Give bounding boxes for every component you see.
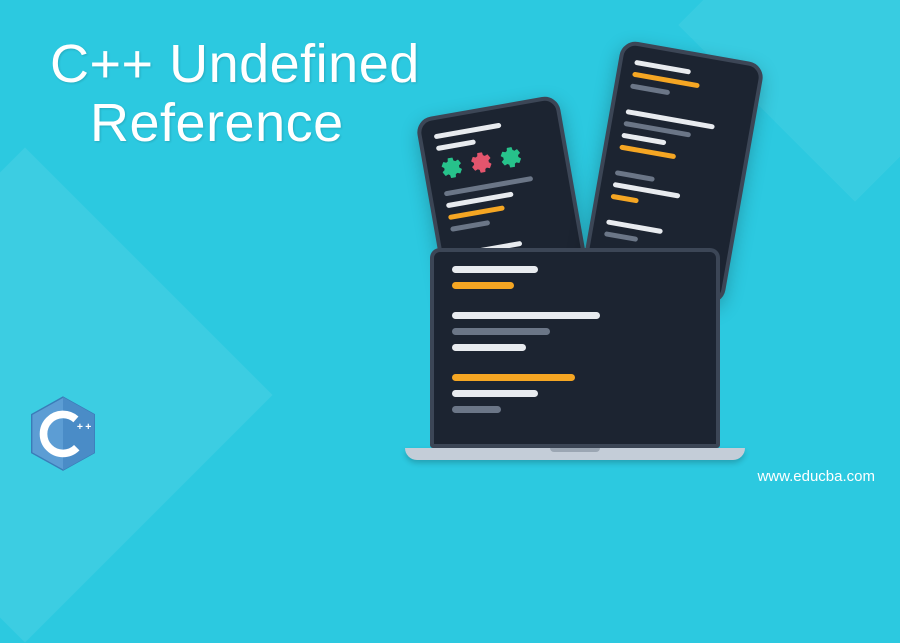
code-line (611, 194, 640, 204)
code-line (448, 205, 505, 220)
code-line (452, 266, 538, 273)
code-line (434, 123, 502, 140)
code-line (450, 220, 490, 232)
code-line (452, 312, 600, 319)
code-line (619, 144, 676, 159)
main-title: C++ Undefined Reference (50, 35, 420, 154)
code-line (634, 60, 691, 75)
website-url: www.educba.com (757, 468, 875, 485)
code-line (452, 390, 538, 397)
code-line (452, 406, 501, 413)
code-line (452, 344, 526, 351)
code-line (621, 133, 666, 146)
laptop-screen (430, 248, 720, 448)
laptop-base (405, 448, 745, 460)
code-line (604, 231, 638, 242)
code-line (452, 374, 575, 381)
gear-icon (438, 154, 466, 182)
gear-icon (467, 149, 495, 177)
title-line-2: Reference (90, 94, 420, 153)
svg-text:+: + (85, 422, 91, 433)
code-line (452, 328, 550, 335)
title-line-1: C++ Undefined (50, 35, 420, 94)
laptop-device (430, 248, 745, 460)
svg-text:+: + (77, 422, 83, 433)
cpp-logo-icon: + + (28, 395, 98, 475)
code-line (452, 282, 514, 289)
code-line (630, 83, 670, 95)
code-line (436, 139, 476, 151)
gear-icon (497, 143, 525, 171)
